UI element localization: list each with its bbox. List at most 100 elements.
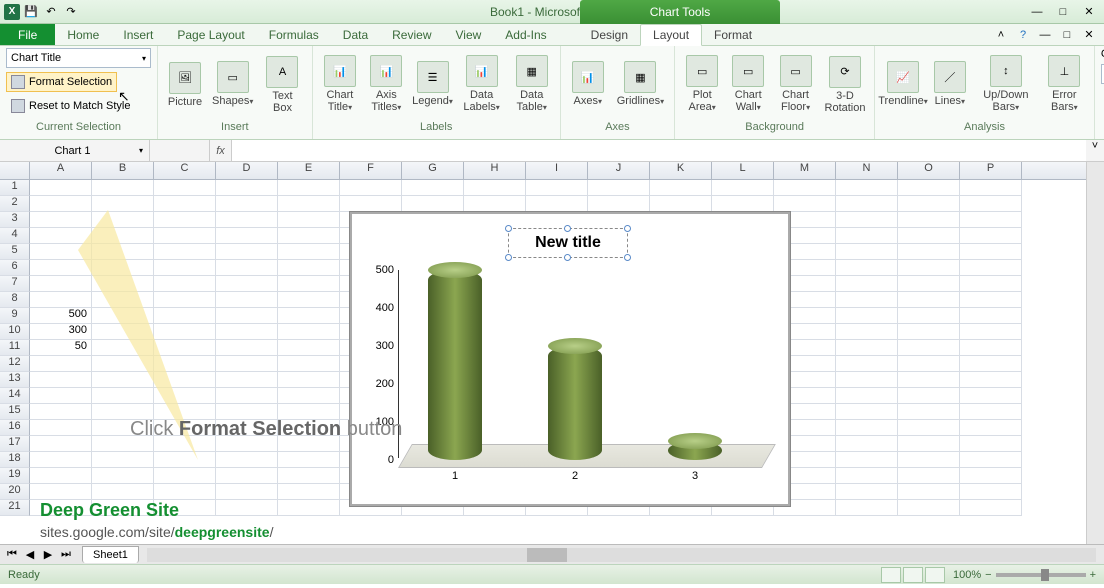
- column-header[interactable]: J: [588, 162, 650, 179]
- cell[interactable]: [92, 484, 154, 500]
- cell[interactable]: [30, 420, 92, 436]
- cell[interactable]: [898, 404, 960, 420]
- cell[interactable]: [154, 356, 216, 372]
- cell[interactable]: [30, 404, 92, 420]
- column-header[interactable]: C: [154, 162, 216, 179]
- row-header[interactable]: 17: [0, 436, 30, 452]
- cell[interactable]: [402, 180, 464, 196]
- name-box[interactable]: Chart 1: [0, 140, 150, 161]
- minimize-icon[interactable]: —: [1026, 4, 1048, 20]
- plot-area-button[interactable]: ▭Plot Area: [681, 50, 723, 120]
- doc-restore-icon[interactable]: □: [1058, 27, 1076, 43]
- row-header[interactable]: 4: [0, 228, 30, 244]
- row-header[interactable]: 10: [0, 324, 30, 340]
- cell[interactable]: [92, 372, 154, 388]
- row-header[interactable]: 21: [0, 500, 30, 516]
- cell[interactable]: [154, 196, 216, 212]
- zoom-in-icon[interactable]: +: [1090, 569, 1096, 581]
- row-header[interactable]: 14: [0, 388, 30, 404]
- cell[interactable]: [960, 388, 1022, 404]
- cell[interactable]: [960, 244, 1022, 260]
- cell[interactable]: [712, 180, 774, 196]
- cell[interactable]: [216, 244, 278, 260]
- cell[interactable]: [216, 340, 278, 356]
- resize-handle[interactable]: [505, 254, 512, 261]
- cell[interactable]: [836, 468, 898, 484]
- page-break-view-icon[interactable]: [925, 567, 945, 583]
- cell[interactable]: [216, 372, 278, 388]
- cell[interactable]: [960, 468, 1022, 484]
- cell[interactable]: [30, 468, 92, 484]
- tab-view[interactable]: View: [444, 24, 494, 45]
- cell[interactable]: [30, 276, 92, 292]
- cell[interactable]: [154, 340, 216, 356]
- axis-titles-button[interactable]: 📊Axis Titles: [365, 50, 407, 120]
- cell[interactable]: [30, 228, 92, 244]
- cell[interactable]: [92, 324, 154, 340]
- tab-data[interactable]: Data: [331, 24, 380, 45]
- close-icon[interactable]: ✕: [1078, 4, 1100, 20]
- cell[interactable]: [154, 372, 216, 388]
- cell[interactable]: [960, 324, 1022, 340]
- cell[interactable]: [836, 276, 898, 292]
- cell[interactable]: [402, 196, 464, 212]
- cell[interactable]: [960, 420, 1022, 436]
- cell[interactable]: [960, 452, 1022, 468]
- doc-minimize-icon[interactable]: —: [1036, 27, 1054, 43]
- cell[interactable]: [960, 292, 1022, 308]
- cell[interactable]: [92, 212, 154, 228]
- column-header[interactable]: N: [836, 162, 898, 179]
- cell[interactable]: [278, 308, 340, 324]
- chart-floor-button[interactable]: ▭Chart Floor: [773, 50, 818, 120]
- column-header[interactable]: O: [898, 162, 960, 179]
- tab-layout[interactable]: Layout: [640, 24, 702, 46]
- cell[interactable]: [464, 196, 526, 212]
- cell[interactable]: [960, 212, 1022, 228]
- chart-bar[interactable]: 1: [428, 270, 482, 460]
- cell[interactable]: [836, 196, 898, 212]
- row-header[interactable]: 15: [0, 404, 30, 420]
- cell[interactable]: [464, 180, 526, 196]
- row-header[interactable]: 18: [0, 452, 30, 468]
- cell[interactable]: 500: [30, 308, 92, 324]
- cell[interactable]: [836, 228, 898, 244]
- tab-file[interactable]: File: [0, 24, 55, 45]
- cell[interactable]: [216, 388, 278, 404]
- page-layout-view-icon[interactable]: [903, 567, 923, 583]
- vertical-scrollbar[interactable]: [1086, 162, 1104, 544]
- column-header[interactable]: P: [960, 162, 1022, 179]
- select-all-corner[interactable]: [0, 162, 30, 179]
- row-header[interactable]: 9: [0, 308, 30, 324]
- cell[interactable]: [154, 292, 216, 308]
- chart-wall-button[interactable]: ▭Chart Wall: [727, 50, 769, 120]
- prev-sheet-icon[interactable]: ◀: [22, 548, 38, 561]
- trendline-button[interactable]: 📈Trendline: [881, 50, 925, 120]
- cell[interactable]: [898, 372, 960, 388]
- formula-input[interactable]: [232, 140, 1086, 161]
- cell[interactable]: [898, 292, 960, 308]
- row-header[interactable]: 8: [0, 292, 30, 308]
- column-header[interactable]: L: [712, 162, 774, 179]
- cell[interactable]: [526, 180, 588, 196]
- doc-close-icon[interactable]: ✕: [1080, 27, 1098, 43]
- cell[interactable]: [898, 388, 960, 404]
- cell[interactable]: [960, 372, 1022, 388]
- cell[interactable]: [216, 196, 278, 212]
- column-header[interactable]: F: [340, 162, 402, 179]
- error-bars-button[interactable]: ⊥Error Bars: [1041, 50, 1088, 120]
- cell[interactable]: [836, 500, 898, 516]
- last-sheet-icon[interactable]: ⏭: [58, 548, 74, 561]
- cell[interactable]: [278, 292, 340, 308]
- tab-addins[interactable]: Add-Ins: [493, 24, 558, 45]
- cell[interactable]: [898, 500, 960, 516]
- cell[interactable]: [278, 484, 340, 500]
- row-header[interactable]: 11: [0, 340, 30, 356]
- cell[interactable]: [960, 308, 1022, 324]
- cell[interactable]: [836, 404, 898, 420]
- cell[interactable]: [898, 308, 960, 324]
- cell[interactable]: [92, 180, 154, 196]
- save-icon[interactable]: 💾: [22, 3, 40, 21]
- tab-design[interactable]: Design: [579, 24, 640, 45]
- cell[interactable]: [774, 196, 836, 212]
- column-header[interactable]: M: [774, 162, 836, 179]
